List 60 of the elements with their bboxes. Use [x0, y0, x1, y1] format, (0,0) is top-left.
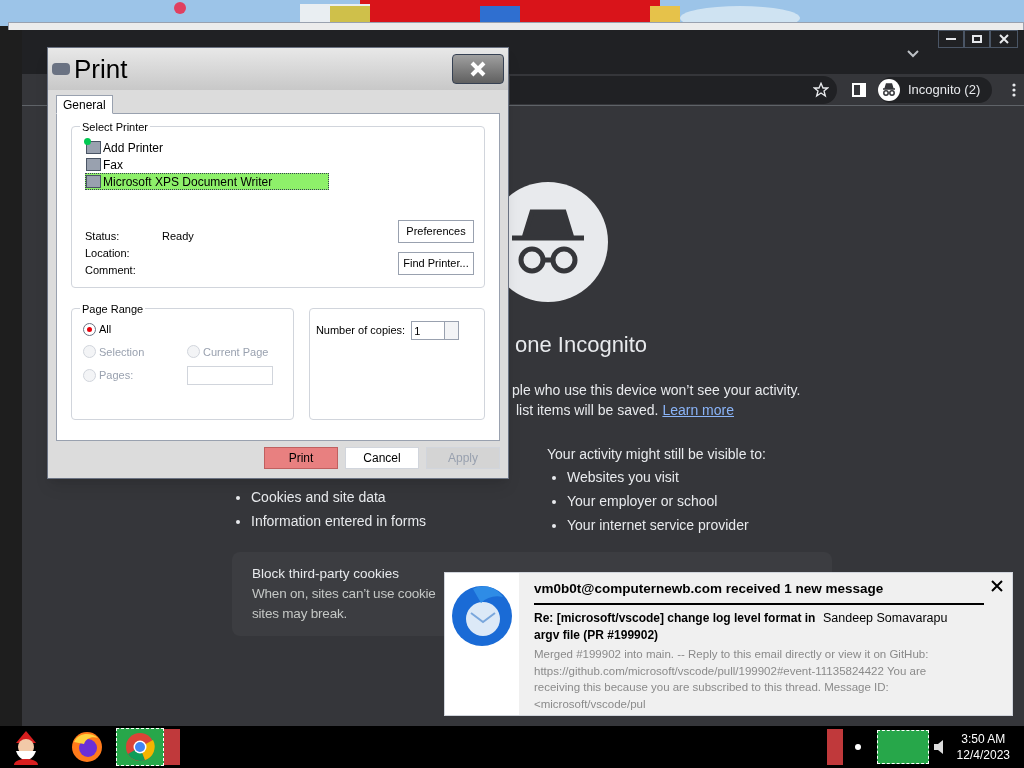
side-panel-icon[interactable] [852, 82, 866, 97]
message-sender: Sandeep Somavarapu [823, 610, 948, 628]
tab[interactable]: General [56, 95, 113, 114]
taskbar-marker [826, 729, 843, 765]
close-icon [470, 61, 486, 77]
incognito-chip[interactable]: Incognito (2) [878, 76, 993, 103]
bullet-icon [236, 495, 240, 500]
close-button[interactable] [990, 30, 1018, 48]
card-text: When on, sites can’t use cookie [252, 585, 436, 604]
message-subject: Re: [microsoft/vscode] change log level format in argv file (PR #199902) [534, 610, 817, 645]
intro-text: ple who use this device won’t see your activity. [512, 381, 801, 400]
learn-more-link[interactable]: Learn more [662, 400, 734, 421]
chevron-down-icon[interactable] [907, 50, 919, 58]
clock-time[interactable]: 3:50 AM [961, 731, 1006, 747]
card-text: sites may break. [252, 605, 348, 624]
close-button[interactable] [990, 579, 1004, 593]
star-icon[interactable] [813, 81, 829, 98]
bullet-icon [236, 519, 240, 524]
list-item: Cookies and site data [251, 488, 386, 507]
taskbar-marker [164, 729, 180, 765]
list-item: Information entered in forms [251, 512, 427, 531]
field-label: Status: [85, 229, 121, 242]
list-item: Websites you visit [567, 468, 679, 487]
intro-text: list items will be saved. [516, 401, 659, 420]
close-button[interactable] [452, 54, 504, 84]
bullet-icon [552, 475, 556, 480]
field-label: Number of copies: [315, 323, 406, 339]
option-label[interactable]: All [99, 321, 112, 338]
clock-date[interactable]: 12/4/2023 [956, 747, 1010, 763]
page-heading: one Incognito [515, 331, 648, 359]
close-icon [999, 34, 1009, 44]
spin-buttons[interactable] [445, 321, 460, 340]
incognito-icon [878, 78, 900, 101]
message-preview: Merged #199902 into main. -- Reply to this email directly or view it on GitHub: https://github.com/microsoft/vscode/pull/199902#event-11135824422 You are receiving this because you are subscribed to this thread. Message ID: <microsoft/vscode/pul [534, 647, 930, 712]
dialog-button[interactable]: Cancel [345, 447, 419, 469]
browser-icon[interactable] [70, 730, 104, 764]
close-icon [990, 579, 1004, 593]
pages-field[interactable] [187, 366, 273, 385]
printer-item[interactable]: Microsoft XPS Document Writer [85, 173, 329, 190]
dialog-button[interactable]: Print [264, 447, 338, 469]
card-title: Block third-party cookies [252, 565, 400, 583]
bullet-icon [552, 499, 556, 504]
field-label: Comment: [85, 263, 137, 276]
list-item: Your internet service provider [567, 516, 749, 535]
dialog-button[interactable]: Preferences [398, 220, 474, 243]
dialog-title: Print [74, 52, 128, 86]
radio-button[interactable] [83, 322, 96, 336]
bullet-icon [552, 523, 556, 528]
field-label: Location: [85, 246, 131, 259]
section-heading: Your activity might still be visible to: [547, 445, 766, 464]
minimize-button[interactable] [938, 30, 964, 48]
printer-item[interactable]: Fax [85, 156, 329, 173]
dialog-button[interactable]: Find Printer... [398, 252, 474, 275]
notification-title: vm0b0t@computernewb.com received 1 new message [534, 579, 984, 606]
field-value: Ready [162, 229, 194, 242]
menu-icon[interactable] [1012, 82, 1017, 97]
copies-field[interactable]: 1 [411, 321, 446, 340]
list-item: Your employer or school [567, 492, 718, 511]
printer-item[interactable]: Add Printer [85, 139, 329, 156]
maximize-button[interactable] [964, 30, 990, 48]
